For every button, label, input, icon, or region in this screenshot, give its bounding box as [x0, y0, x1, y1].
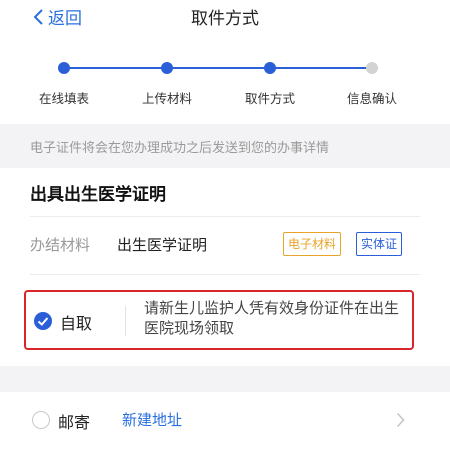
divider — [30, 274, 420, 275]
document-section: 出具出生医学证明 办结材料 出生医学证明 电子材料 实体证 自取 请新生儿监护人… — [0, 168, 450, 366]
step-dot-3 — [264, 62, 276, 74]
option-separator — [125, 306, 126, 336]
progress-steps: 在线填表 上传材料 取件方式 信息确认 — [0, 44, 450, 124]
step-label-1: 在线填表 — [38, 91, 90, 106]
notice-text: 电子证件将会在您办理成功之后发送到您的办事详情 — [30, 141, 330, 156]
step-dot-1 — [58, 62, 70, 74]
radio-unchecked-icon[interactable] — [32, 411, 50, 429]
mail-option-label: 邮寄 — [58, 413, 91, 432]
nav-bar: 返回 取件方式 — [0, 0, 450, 44]
document-title: 出具出生医学证明 — [30, 185, 166, 205]
pickup-option[interactable]: 自取 请新生儿监护人凭有效身份证件在出生医院现场领取 — [24, 290, 414, 350]
mail-option-row[interactable]: 邮寄 新建地址 — [0, 392, 450, 454]
material-value: 出生医学证明 — [117, 236, 208, 254]
page: 返回 取件方式 在线填表 上传材料 取件方式 信息确认 电子证件将会在您办理成功… — [0, 0, 450, 454]
step-label-4: 信息确认 — [346, 91, 398, 106]
step-label-3: 取件方式 — [244, 91, 296, 106]
pickup-description: 请新生儿监护人凭有效身份证件在出生医院现场领取 — [144, 299, 400, 337]
divider — [30, 216, 420, 217]
electronic-material-tag: 电子材料 — [283, 232, 342, 256]
checked-icon[interactable] — [34, 312, 52, 330]
step-track-done — [64, 67, 370, 69]
step-dot-4 — [366, 62, 378, 74]
physical-certificate-tag: 实体证 — [356, 232, 403, 256]
pickup-option-label: 自取 — [60, 314, 93, 333]
step-label-2: 上传材料 — [141, 91, 193, 106]
new-address-link[interactable]: 新建地址 — [122, 409, 182, 430]
material-label: 办结材料 — [30, 236, 91, 254]
chevron-right-icon — [396, 412, 405, 428]
page-title: 取件方式 — [191, 9, 259, 29]
step-dot-2 — [161, 62, 173, 74]
notice-bar: 电子证件将会在您办理成功之后发送到您的办事详情 — [0, 124, 450, 168]
